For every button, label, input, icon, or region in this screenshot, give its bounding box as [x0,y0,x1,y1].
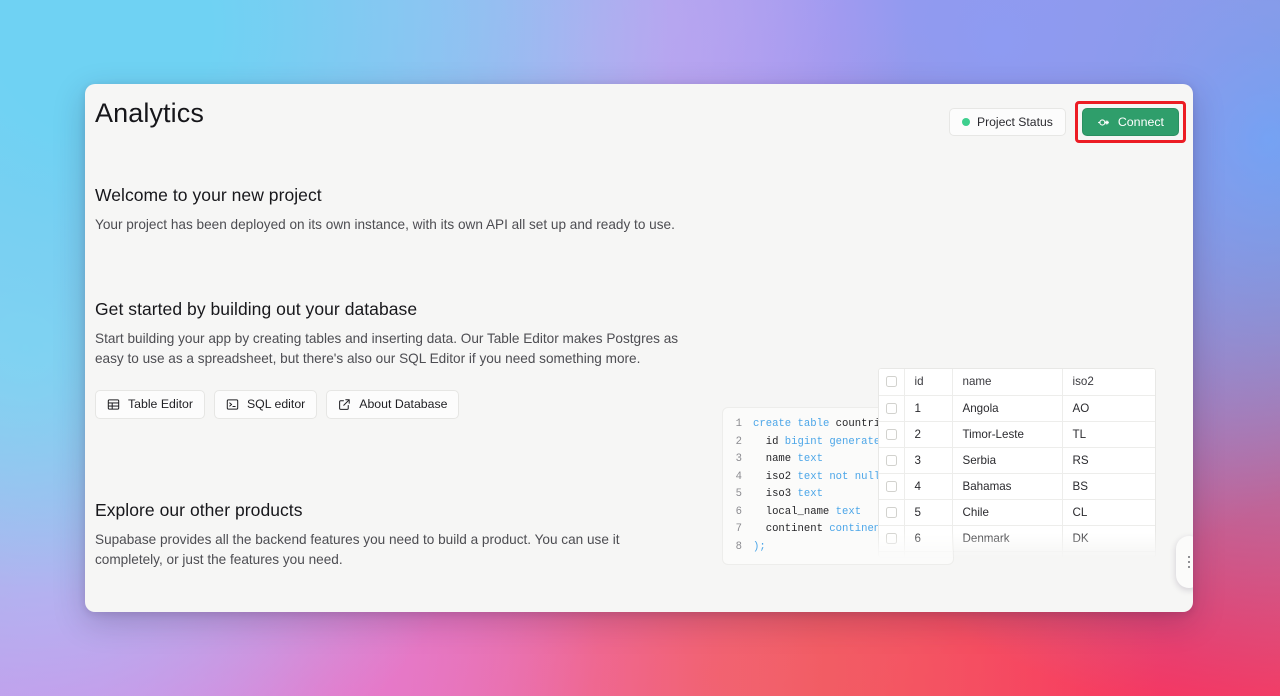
sql-editor-button[interactable]: SQL editor [214,390,317,419]
panel-header: Analytics Project Status [85,84,1193,146]
code-line-text: ); [753,539,766,557]
checkbox-icon[interactable] [886,481,897,492]
header-actions: Project Status Connect [949,101,1186,143]
column-header-name[interactable]: name [952,369,1062,395]
table-cell[interactable]: Chile [952,499,1062,525]
table-cell[interactable]: Denmark [952,525,1062,551]
table-cell[interactable]: Bahamas [952,473,1062,499]
select-all-checkbox-cell[interactable] [879,369,904,395]
table-cell[interactable]: 2 [904,421,952,447]
code-line-number: 6 [723,504,753,522]
connect-button-highlight-wrapper: Connect [1075,101,1186,143]
preview-table-body: 1AngolaAO2Timor-LesteTL3SerbiaRS4Bahamas… [879,395,1155,558]
table-cell[interactable]: BS [1062,473,1155,499]
code-line-number: 3 [723,451,753,469]
project-status-button[interactable]: Project Status [949,108,1066,136]
checkbox-icon[interactable] [886,376,897,387]
checkbox-icon[interactable] [886,507,897,518]
external-link-icon [338,398,351,411]
panel-body: Welcome to your new project Your project… [85,185,1193,571]
table-cell[interactable]: 3 [904,447,952,473]
code-line-text: continent continen [753,521,880,539]
row-checkbox-cell[interactable] [879,421,904,447]
status-indicator-dot [962,118,970,126]
row-checkbox-cell[interactable] [879,525,904,551]
code-line-number: 1 [723,416,753,434]
code-line-text: create table countri [753,416,880,434]
page-title: Analytics [95,98,204,129]
checkbox-icon[interactable] [886,455,897,466]
table-row[interactable]: 2Timor-LesteTL [879,421,1155,447]
project-status-label: Project Status [977,115,1053,129]
connect-button[interactable]: Connect [1082,108,1179,136]
column-header-iso2[interactable]: iso2 [1062,369,1155,395]
preview-table: idnameiso2 1AngolaAO2Timor-LesteTL3Serbi… [879,369,1155,558]
table-cell[interactable]: Timor-Leste [952,421,1062,447]
panel-resize-handle[interactable] [1176,536,1193,588]
code-line-number: 4 [723,469,753,487]
table-row[interactable]: 6DenmarkDK [879,525,1155,551]
table-cell[interactable]: Serbia [952,447,1062,473]
welcome-description: Your project has been deployed on its ow… [95,215,703,236]
get-started-title: Get started by building out your databas… [95,299,1183,320]
table-cell[interactable]: 4 [904,473,952,499]
sql-editor-label: SQL editor [247,397,305,411]
column-header-id[interactable]: id [904,369,952,395]
preview-table-head: idnameiso2 [879,369,1155,395]
table-cell[interactable]: TL [1062,421,1155,447]
row-checkbox-cell[interactable] [879,551,904,558]
table-cell[interactable]: 5 [904,499,952,525]
table-editor-button[interactable]: Table Editor [95,390,205,419]
table-cell[interactable]: AO [1062,395,1155,421]
table-cell[interactable]: 1 [904,395,952,421]
row-checkbox-cell[interactable] [879,499,904,525]
checkbox-icon[interactable] [886,533,897,544]
code-line-text: id bigint generate [753,434,880,452]
table-cell[interactable]: Angola [952,395,1062,421]
terminal-icon [226,398,239,411]
code-line-text: name text [753,451,823,469]
connect-button-label: Connect [1118,115,1164,129]
table-row[interactable]: 3SerbiaRS [879,447,1155,473]
code-line-number: 2 [723,434,753,452]
row-checkbox-cell[interactable] [879,447,904,473]
table-cell[interactable]: Singapore [952,551,1062,558]
table-row[interactable]: 7SingaporeSG [879,551,1155,558]
code-line-text: local_name text [753,504,861,522]
code-line-number: 7 [723,521,753,539]
row-checkbox-cell[interactable] [879,395,904,421]
welcome-title: Welcome to your new project [95,185,1183,206]
about-database-button[interactable]: About Database [326,390,459,419]
table-editor-label: Table Editor [128,397,193,411]
table-grid-icon [107,398,120,411]
section-welcome: Welcome to your new project Your project… [95,185,1183,236]
table-cell[interactable]: 7 [904,551,952,558]
table-data-preview: idnameiso2 1AngolaAO2Timor-LesteTL3Serbi… [878,368,1156,558]
explore-description: Supabase provides all the backend featur… [95,530,640,571]
code-line-text: iso3 text [753,486,823,504]
table-cell[interactable]: RS [1062,447,1155,473]
checkbox-icon[interactable] [886,403,897,414]
checkbox-icon[interactable] [886,429,897,440]
project-home-panel: Analytics Project Status [85,84,1193,612]
code-line-number: 5 [723,486,753,504]
row-checkbox-cell[interactable] [879,473,904,499]
vertical-grip-dots-icon [1188,556,1190,568]
table-row[interactable]: 5ChileCL [879,499,1155,525]
get-started-description: Start building your app by creating tabl… [95,329,695,370]
table-cell[interactable]: 6 [904,525,952,551]
table-row[interactable]: 4BahamasBS [879,473,1155,499]
code-line-text: iso2 text not null [753,469,880,487]
code-line-number: 8 [723,539,753,557]
table-cell[interactable]: SG [1062,551,1155,558]
plug-connector-icon [1097,116,1110,129]
about-database-label: About Database [359,397,447,411]
table-cell[interactable]: DK [1062,525,1155,551]
table-header-row: idnameiso2 [879,369,1155,395]
table-cell[interactable]: CL [1062,499,1155,525]
table-row[interactable]: 1AngolaAO [879,395,1155,421]
